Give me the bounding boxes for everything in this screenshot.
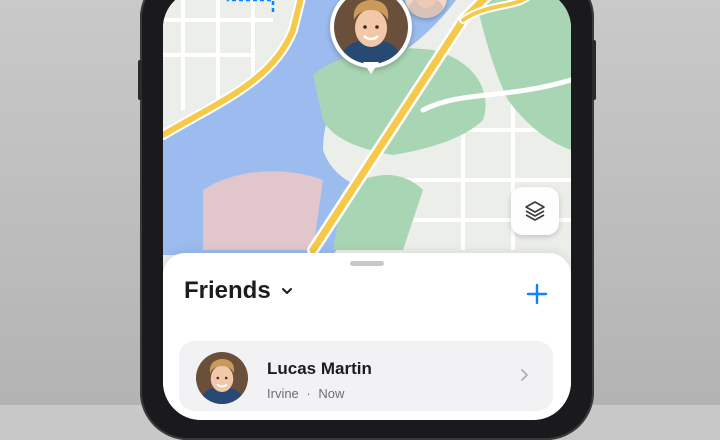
phone-side-button bbox=[138, 60, 142, 100]
friend-name: Lucas Martin bbox=[267, 359, 372, 378]
phone-power-button bbox=[592, 40, 596, 100]
friend-avatar bbox=[196, 352, 248, 404]
friend-map-pin[interactable] bbox=[330, 0, 412, 78]
chevron-right-icon bbox=[521, 369, 528, 381]
friends-title-dropdown[interactable]: Friends bbox=[184, 277, 293, 305]
friend-location: Irvine bbox=[267, 386, 299, 401]
sheet-grabber[interactable] bbox=[350, 261, 384, 266]
map-layers-button[interactable] bbox=[511, 187, 559, 235]
phone-screen: Friends Lucas Martin Irvine · Now bbox=[163, 0, 571, 420]
layers-icon bbox=[525, 201, 545, 221]
add-friend-button[interactable] bbox=[523, 280, 551, 308]
chevron-down-icon bbox=[281, 288, 292, 294]
friend-map-pin-tail bbox=[363, 62, 379, 74]
friend-list-item[interactable]: Lucas Martin Irvine · Now bbox=[179, 341, 553, 411]
friend-status: Irvine · Now bbox=[267, 386, 344, 401]
map-district bbox=[203, 171, 323, 250]
friend-time: Now bbox=[318, 386, 345, 401]
friend-status-separator: · bbox=[306, 386, 311, 401]
friends-sheet: Friends Lucas Martin Irvine · Now bbox=[163, 253, 571, 420]
plus-icon bbox=[526, 283, 548, 305]
friends-title: Friends bbox=[184, 277, 271, 304]
